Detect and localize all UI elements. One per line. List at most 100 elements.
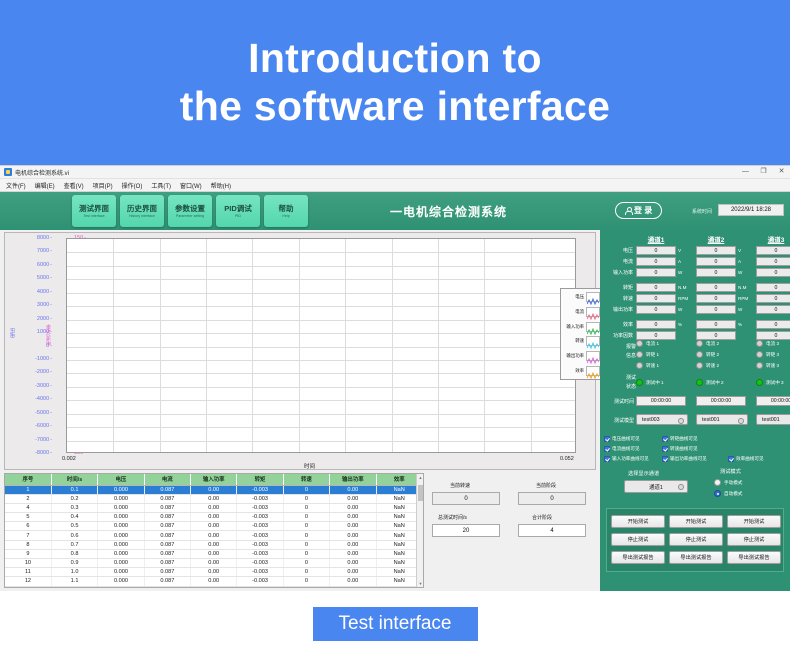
- table-header-cell[interactable]: 时间/s: [51, 474, 99, 486]
- total-time-input[interactable]: 20: [432, 524, 500, 537]
- table-row[interactable]: 10 0.9 0.000 0.087 0.00 -0.003 0 0.00 NaN: [5, 558, 423, 569]
- table-header-cell[interactable]: 输入功率: [190, 474, 238, 486]
- menu-item-edit[interactable]: 编辑(E): [35, 181, 55, 190]
- chevron-down-icon[interactable]: [678, 417, 684, 424]
- close-icon[interactable]: ✕: [777, 167, 786, 177]
- tab-parameter-setting[interactable]: 参数设置 Parameter setting: [168, 195, 212, 227]
- table-row[interactable]: 4 0.3 0.000 0.087 0.00 -0.003 0 0.00 NaN: [5, 503, 423, 514]
- curve-visible-checkbox-2[interactable]: 电流曲线可见: [604, 446, 640, 452]
- tab-history-interface[interactable]: 历史界面 History interface: [120, 195, 164, 227]
- table-row[interactable]: 6 0.5 0.000 0.087 0.00 -0.003 0 0.00 NaN: [5, 521, 423, 532]
- menu-item-help[interactable]: 帮助(H): [211, 181, 231, 190]
- alarm-led-电流3[interactable]: [756, 340, 763, 347]
- menu-item-view[interactable]: 查看(V): [64, 181, 84, 190]
- test-model-select-2[interactable]: test001: [696, 414, 748, 425]
- stop-test-button-ch2[interactable]: 停止测试: [669, 533, 723, 546]
- curve-visible-checkbox-5[interactable]: 输出功率曲线可见: [662, 456, 707, 462]
- data-table[interactable]: 序号 时间/s 电压 电流 输入功率 转矩 转速 输出功率 效率 1 0.1 0.000 0.087 0.…: [4, 473, 424, 588]
- table-row[interactable]: 2 0.2 0.000 0.087 0.00 -0.003 0 0.00 NaN: [5, 494, 423, 504]
- table-cell: 0.00: [329, 576, 377, 587]
- table-row[interactable]: 12 1.1 0.000 0.087 0.00 -0.003 0 0.00 NaN: [5, 576, 423, 587]
- export-report-button-ch3[interactable]: 导出测试报告: [727, 551, 781, 564]
- alarm-led-电流1[interactable]: [636, 340, 643, 347]
- curve-visible-checkbox-3[interactable]: 转速曲线可见: [662, 446, 698, 452]
- checkbox-icon[interactable]: [604, 436, 610, 442]
- table-header-cell[interactable]: 电压: [97, 474, 145, 486]
- chart-legend[interactable]: 电压电流输入功率 转速 输出功率 效率: [560, 288, 602, 380]
- status-led-1[interactable]: [636, 379, 643, 386]
- scroll-down-icon[interactable]: ▼: [418, 581, 423, 586]
- test-mode-radio-1[interactable]: [714, 490, 721, 497]
- alarm-led-转矩3[interactable]: [756, 351, 763, 358]
- menu-item-project[interactable]: 项目(P): [93, 181, 113, 190]
- table-cell: 0.9: [51, 558, 99, 569]
- checkbox-icon[interactable]: [728, 456, 734, 462]
- checkbox-icon[interactable]: [604, 456, 610, 462]
- checkbox-icon[interactable]: [604, 446, 610, 452]
- chevron-down-icon[interactable]: [738, 417, 744, 424]
- chart-legend-item[interactable]: 输出功率: [562, 350, 600, 365]
- table-scroll-thumb[interactable]: [418, 485, 423, 501]
- export-report-button-ch2[interactable]: 导出测试报告: [669, 551, 723, 564]
- table-header-cell[interactable]: 电流: [144, 474, 192, 486]
- banner-line-1: Introduction to: [248, 34, 542, 81]
- start-test-button-ch1[interactable]: 开始测试: [611, 515, 665, 528]
- table-row[interactable]: 8 0.7 0.000 0.087 0.00 -0.003 0 0.00 NaN: [5, 540, 423, 550]
- tab-help[interactable]: 帮助 Help: [264, 195, 308, 227]
- menu-item-tools[interactable]: 工具(T): [151, 181, 171, 190]
- display-channel-select[interactable]: 通道1: [624, 480, 688, 493]
- curve-visible-checkbox-4[interactable]: 输入功率曲线可见: [604, 456, 649, 462]
- chart-legend-item[interactable]: 转速: [562, 335, 600, 350]
- menu-item-operate[interactable]: 操作(O): [122, 181, 143, 190]
- start-test-button-ch2[interactable]: 开始测试: [669, 515, 723, 528]
- chart-legend-item[interactable]: 效率: [562, 365, 600, 380]
- table-cell: 0.000: [97, 512, 145, 523]
- alarm-led-转速3[interactable]: [756, 362, 763, 369]
- menu-item-file[interactable]: 文件(F): [6, 181, 26, 190]
- start-test-button-ch3[interactable]: 开始测试: [727, 515, 781, 528]
- maximize-icon[interactable]: ❐: [759, 167, 768, 177]
- login-button[interactable]: 登 录: [615, 202, 663, 219]
- chevron-down-icon[interactable]: [678, 483, 684, 490]
- chart-legend-item[interactable]: 输入功率: [562, 321, 600, 335]
- tab-test-interface[interactable]: 测试界面 Test interface: [72, 195, 116, 227]
- stop-test-button-ch1[interactable]: 停止测试: [611, 533, 665, 546]
- table-header-cell[interactable]: 序号: [5, 474, 52, 486]
- alarm-led-转矩2[interactable]: [696, 351, 703, 358]
- chart-legend-label: 电流: [575, 308, 584, 314]
- alarm-led-转速2[interactable]: [696, 362, 703, 369]
- stop-test-button-ch3[interactable]: 停止测试: [727, 533, 781, 546]
- minimize-icon[interactable]: —: [741, 167, 750, 177]
- status-led-3[interactable]: [756, 379, 763, 386]
- alarm-led-电流2[interactable]: [696, 340, 703, 347]
- checkbox-icon[interactable]: [662, 456, 668, 462]
- table-row[interactable]: 11 1.0 0.000 0.087 0.00 -0.003 0 0.00 NaN: [5, 567, 423, 578]
- test-mode-radio-0[interactable]: [714, 479, 721, 486]
- tab-pid[interactable]: PID调试 PID: [216, 195, 260, 227]
- checkbox-icon[interactable]: [662, 436, 668, 442]
- chart-plot-area[interactable]: [66, 238, 576, 453]
- test-model-select-3[interactable]: test001: [756, 414, 790, 425]
- test-model-select-1[interactable]: test003: [636, 414, 688, 425]
- table-row[interactable]: 5 0.4 0.000 0.087 0.00 -0.003 0 0.00 NaN: [5, 512, 423, 523]
- menu-item-window[interactable]: 窗口(W): [180, 181, 202, 190]
- scroll-up-icon[interactable]: ▲: [418, 475, 423, 480]
- table-header-cell[interactable]: 转速: [283, 474, 331, 486]
- checkbox-icon[interactable]: [662, 446, 668, 452]
- table-row[interactable]: 1 0.1 0.000 0.087 0.00 -0.003 0 0.00 NaN: [5, 485, 423, 495]
- curve-visible-checkbox-6[interactable]: 效率曲线可见: [728, 456, 764, 462]
- status-led-2[interactable]: [696, 379, 703, 386]
- table-header-cell[interactable]: 输出功率: [329, 474, 377, 486]
- curve-visible-checkbox-0[interactable]: 电压曲线可见: [604, 436, 640, 442]
- curve-visible-checkbox-1[interactable]: 转矩曲线可见: [662, 436, 698, 442]
- table-scrollbar[interactable]: ▲ ▼: [416, 474, 423, 587]
- alarm-led-转矩1[interactable]: [636, 351, 643, 358]
- alarm-led-转速1[interactable]: [636, 362, 643, 369]
- chart-legend-item[interactable]: 电流: [562, 306, 600, 321]
- table-row[interactable]: 7 0.6 0.000 0.087 0.00 -0.003 0 0.00 NaN: [5, 530, 423, 541]
- total-stage-input[interactable]: 4: [518, 524, 586, 537]
- table-header-cell[interactable]: 转矩: [236, 474, 284, 486]
- export-report-button-ch1[interactable]: 导出测试报告: [611, 551, 665, 564]
- table-row[interactable]: 9 0.8 0.000 0.087 0.00 -0.003 0 0.00 NaN: [5, 549, 423, 560]
- chart-legend-item[interactable]: 电压: [562, 291, 600, 306]
